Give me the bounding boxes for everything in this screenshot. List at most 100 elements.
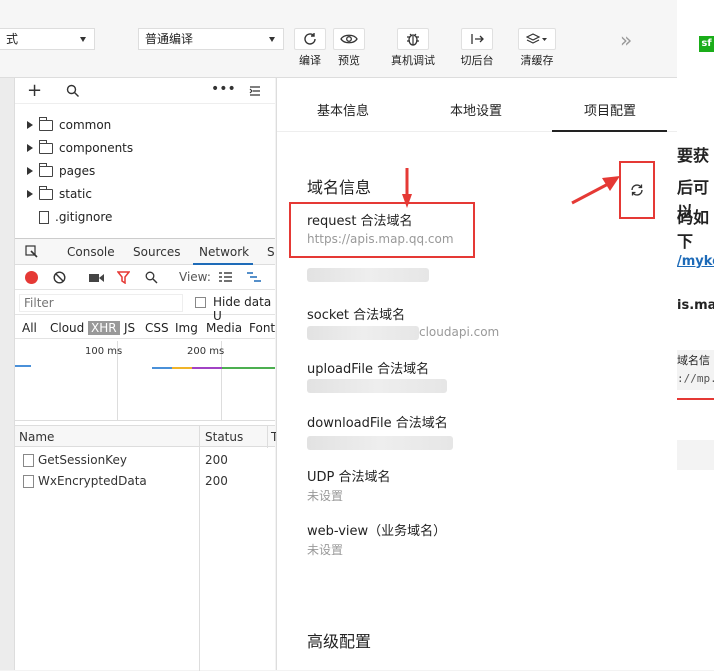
hide-data-checkbox[interactable] [195, 297, 206, 308]
chevron-down-icon [80, 37, 86, 42]
column-status[interactable]: Status [205, 430, 243, 444]
network-toolbar: View: [15, 266, 275, 290]
type-css[interactable]: CSS [145, 321, 169, 335]
timeline-bar [15, 365, 31, 367]
request-status: 200 [205, 474, 228, 488]
table-row[interactable]: WxEncryptedData 200 [15, 472, 275, 492]
request-name: GetSessionKey [38, 453, 127, 467]
remote-debug-button[interactable]: 真机调试 [383, 28, 443, 68]
timeline-label: 100 ms [85, 346, 123, 357]
clear-icon[interactable] [53, 271, 66, 284]
view-label: View: [179, 270, 211, 284]
timeline-bar [172, 367, 192, 369]
chevron-down-icon [269, 37, 275, 42]
tree-item-gitignore[interactable]: .gitignore [27, 210, 112, 224]
page-text: is.ma [677, 298, 714, 313]
page-text: 码如下 [677, 208, 710, 251]
more-icon[interactable]: ••• [211, 81, 236, 97]
background-page: sf 要获 后可以 码如下 /myke is.ma 域名信 ://mp. [677, 0, 714, 670]
project-details-panel: 基本信息 本地设置 项目配置 域名信息 request 合法域名 https:/… [276, 78, 678, 670]
annotation-arrow [571, 176, 620, 205]
tab-network[interactable]: Network [199, 245, 249, 259]
chevron-right-icon [27, 190, 33, 198]
mode-select[interactable]: 式 [0, 28, 95, 50]
tab-sources[interactable]: Sources [133, 245, 180, 259]
page-text: ://mp. [677, 372, 714, 385]
type-img[interactable]: Img [175, 321, 198, 335]
compile-select[interactable]: 普通编译 [138, 28, 284, 50]
preview-button[interactable]: 预览 [319, 28, 379, 68]
request-domain-label: request 合法域名 [307, 214, 413, 229]
folder-icon [39, 116, 53, 131]
timeline-label: 200 ms [187, 346, 225, 357]
chevron-right-icon [27, 144, 33, 152]
tab-console[interactable]: Console [67, 245, 115, 259]
search-icon[interactable] [145, 271, 158, 284]
eye-icon [340, 34, 358, 44]
tree-item-pages[interactable]: pages [27, 162, 95, 178]
panel-tabbar: 基本信息 本地设置 项目配置 [277, 78, 678, 132]
tree-item-components[interactable]: components [27, 139, 133, 155]
page-link[interactable]: /myke [677, 254, 714, 269]
timeline-bar [152, 367, 172, 369]
webview-domain-value: 未设置 [307, 543, 344, 557]
folder-icon [39, 185, 53, 200]
socket-domain-label: socket 合法域名 [307, 308, 406, 323]
refresh-icon [304, 33, 316, 45]
filter-icon[interactable] [117, 271, 130, 284]
filter-input[interactable] [19, 294, 183, 312]
document-icon [23, 454, 34, 467]
tab-overflow[interactable]: S [267, 245, 275, 259]
type-all[interactable]: All [22, 321, 37, 335]
tab-project-config[interactable]: 项目配置 [584, 100, 636, 119]
column-name[interactable]: Name [19, 430, 54, 444]
request-domain-value: https://apis.map.qq.com [307, 232, 454, 246]
code-snippet [677, 440, 714, 470]
document-icon [23, 475, 34, 488]
search-icon[interactable] [66, 84, 80, 98]
tab-basic-info[interactable]: 基本信息 [317, 100, 369, 119]
requests-header: Name Status T [15, 425, 278, 448]
bug-icon [407, 33, 419, 46]
request-status: 200 [205, 453, 228, 467]
camera-icon[interactable] [89, 273, 105, 283]
clear-cache-button[interactable]: 清缓存 [507, 28, 567, 68]
timeline-bar [192, 367, 222, 369]
toolbar: 式 普通编译 编译 预览 真机调试 切后台 清缓存 » [0, 0, 677, 78]
type-media[interactable]: Media [206, 321, 242, 335]
page-text: 要获 [677, 146, 710, 165]
udp-domain-label: UDP 合法域名 [307, 470, 391, 485]
folder-icon [39, 162, 53, 177]
collapse-icon[interactable] [249, 85, 261, 97]
type-cloud[interactable]: Cloud [50, 321, 84, 335]
upload-domain-label: uploadFile 合法域名 [307, 362, 430, 377]
type-font[interactable]: Font [249, 321, 275, 335]
chevron-right-icon [27, 121, 33, 129]
type-js[interactable]: JS [124, 321, 135, 335]
file-icon [39, 210, 49, 224]
devtools-panel: Console Sources Network S View: Hide dat… [15, 238, 278, 671]
section-title-advanced: 高级配置 [307, 632, 372, 651]
download-domain-label: downloadFile 合法域名 [307, 416, 448, 431]
record-icon[interactable] [25, 271, 38, 284]
timeline-overview: 100 ms 200 ms [15, 341, 275, 421]
inspect-icon[interactable] [25, 245, 39, 259]
tab-local-settings[interactable]: 本地设置 [450, 100, 502, 119]
waterfall-view-icon[interactable] [247, 272, 261, 283]
redacted-value [307, 326, 419, 340]
udp-domain-value: 未设置 [307, 489, 344, 503]
table-row[interactable]: GetSessionKey 200 [15, 451, 275, 471]
more-tools-icon[interactable]: » [620, 28, 632, 52]
refresh-button[interactable] [619, 161, 655, 219]
plus-icon[interactable]: + [27, 80, 42, 101]
tree-item-static[interactable]: static [27, 185, 92, 201]
switch-background-button[interactable]: 切后台 [447, 28, 507, 68]
devtools-tabbar: Console Sources Network S [15, 239, 275, 265]
tree-item-common[interactable]: common [27, 116, 111, 132]
folder-icon [39, 139, 53, 154]
active-tab-indicator [193, 263, 253, 265]
list-view-icon[interactable] [219, 272, 232, 283]
type-xhr[interactable]: XHR [88, 321, 120, 335]
redacted-value [307, 379, 447, 393]
chevron-right-icon [27, 167, 33, 175]
